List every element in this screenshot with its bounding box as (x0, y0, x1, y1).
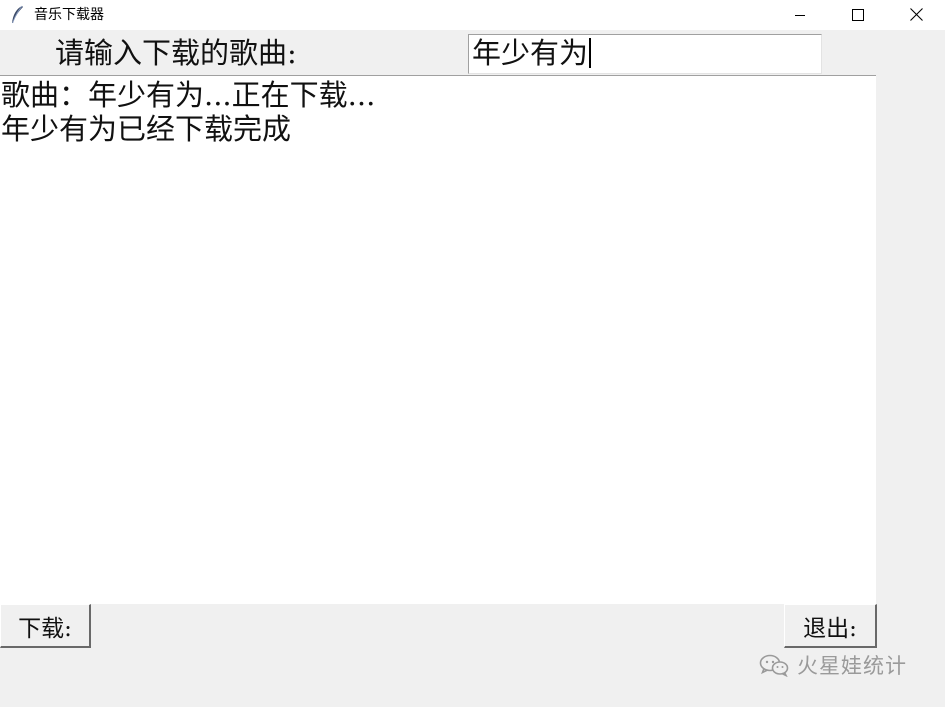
window-title: 音乐下载器 (34, 7, 104, 23)
log-textarea[interactable]: 歌曲：年少有为...正在下载... 年少有为已经下载完成 (0, 75, 876, 604)
close-button[interactable] (887, 0, 945, 30)
maximize-button[interactable] (829, 0, 887, 30)
feather-icon (8, 5, 26, 25)
watermark-text: 火星娃统计 (797, 654, 907, 678)
wechat-icon (759, 653, 789, 678)
log-line-complete: 年少有为已经下载完成 (1, 112, 292, 146)
text-cursor (589, 38, 592, 68)
song-input[interactable]: 年少有为 (468, 34, 822, 74)
log-line-downloading: 歌曲：年少有为...正在下载... (1, 78, 376, 112)
minimize-icon (794, 6, 806, 25)
title-bar[interactable]: 音乐下载器 (0, 0, 945, 30)
close-icon (909, 6, 923, 25)
maximize-icon (852, 6, 864, 25)
download-button[interactable]: 下载: (0, 604, 91, 648)
watermark: 火星娃统计 (759, 650, 907, 680)
song-input-value: 年少有为 (472, 36, 589, 70)
quit-button[interactable]: 退出: (784, 604, 877, 648)
song-prompt-label: 请输入下载的歌曲: (55, 36, 297, 70)
minimize-button[interactable] (771, 0, 829, 30)
